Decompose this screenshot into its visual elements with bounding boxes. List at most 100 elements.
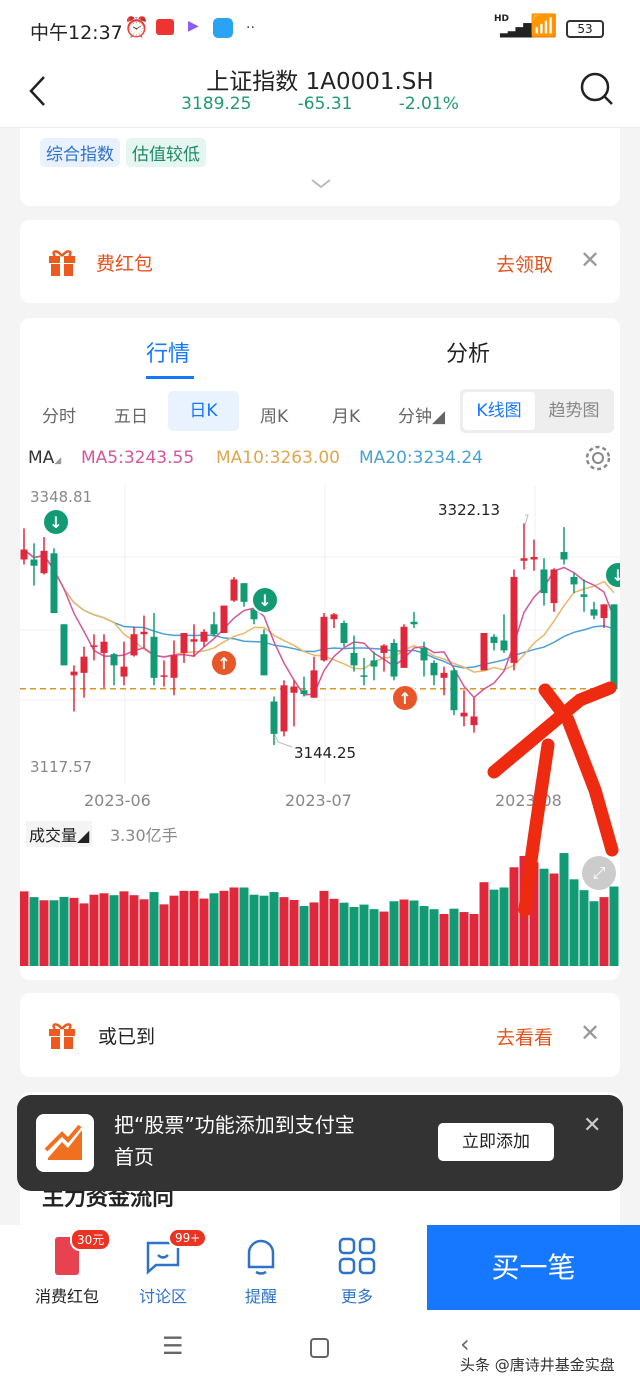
ma10-value: MA10:3263.00 [216, 448, 340, 468]
close-icon[interactable]: ✕ [580, 246, 600, 274]
gift-icon [49, 250, 75, 276]
candle-body [340, 623, 348, 643]
candle-body [570, 576, 578, 585]
candle-body [510, 576, 518, 663]
trend-toggle[interactable]: 趋势图 [538, 392, 610, 430]
candle-body [590, 609, 598, 616]
low-leader-line [274, 734, 293, 748]
gift-icon [49, 1023, 75, 1049]
menu-icon[interactable]: ☰ [162, 1332, 184, 1360]
tab-market[interactable]: 行情 [146, 336, 190, 368]
stock-app-icon [36, 1114, 94, 1172]
volume-bar [599, 897, 609, 966]
candle-body [70, 671, 78, 676]
period-weekly-k[interactable]: 周K [260, 402, 288, 427]
volume-bar [89, 894, 99, 966]
promo-card-2[interactable]: 或已到 去看看 ✕ [20, 993, 620, 1077]
volume-bar [219, 890, 229, 966]
candle-body [180, 632, 188, 653]
volume-bar [289, 900, 299, 966]
nav-discussion[interactable]: 99+ 讨论区 [118, 1225, 208, 1307]
promo-text: 或已到 [98, 1026, 156, 1048]
volume-bar [229, 887, 239, 966]
candle-body [310, 670, 318, 698]
candle-body [330, 614, 338, 620]
volume-bar [319, 890, 329, 966]
volume-bar [199, 898, 209, 966]
candle-body [370, 660, 378, 667]
toast-close-icon[interactable]: ✕ [583, 1113, 601, 1138]
volume-bar [419, 906, 429, 966]
home-icon[interactable] [310, 1338, 329, 1358]
volume-bar [329, 898, 339, 966]
ma5-line [23, 548, 615, 699]
volume-bar [589, 901, 599, 966]
period-intraday[interactable]: 分时 [42, 402, 76, 427]
candle-body [610, 604, 618, 690]
candle-body [120, 666, 128, 677]
expand-chevron-icon[interactable] [310, 178, 332, 190]
price: 3189.25 [181, 94, 252, 114]
tag-low-valuation[interactable]: 估值较低 [126, 138, 206, 167]
volume-selector[interactable]: 成交量◢ [26, 821, 93, 847]
add-now-button[interactable]: 立即添加 [438, 1123, 554, 1161]
battery-icon: 53 [566, 20, 604, 38]
nav-alerts[interactable]: 提醒 [216, 1225, 306, 1307]
period-monthly-k[interactable]: 月K [332, 402, 360, 427]
volume-bar [239, 887, 249, 966]
period-daily-k[interactable]: 日K [168, 391, 239, 431]
view-link[interactable]: 去看看 [496, 1023, 553, 1050]
close-icon[interactable]: ✕ [580, 1019, 600, 1047]
buy-button[interactable]: 买一笔 [427, 1225, 640, 1310]
volume-bar [549, 873, 559, 966]
volume-bar [249, 894, 259, 966]
search-icon[interactable] [578, 70, 616, 108]
candle-body [460, 712, 468, 717]
volume-bar [79, 903, 89, 966]
volume-value: 3.30亿手 [110, 826, 178, 845]
alarm-icon: ⏰ [124, 15, 149, 39]
nav-red-packet[interactable]: 30元 消费红包 [22, 1225, 112, 1307]
nav-more[interactable]: 更多 [312, 1225, 402, 1307]
tab-analysis[interactable]: 分析 [446, 336, 490, 368]
change-percent: -2.01% [398, 94, 459, 114]
sell-signal-icon: ↓ [42, 508, 70, 536]
candlestick-chart[interactable]: ↓ ↓ ↑ ↑ ↓ [20, 485, 620, 785]
x-tick-label: 2023-06 [84, 791, 151, 810]
period-five-day[interactable]: 五日 [114, 402, 148, 427]
volume-bar [149, 892, 159, 966]
promo-card[interactable]: 费红包 去领取 ✕ [20, 220, 620, 303]
candle-body [320, 616, 328, 661]
tags-card: 综合指数 估值较低 [20, 128, 620, 206]
candle-body [60, 624, 68, 666]
candle-body [20, 549, 28, 560]
volume-bar [489, 889, 499, 966]
app-icon [213, 18, 233, 38]
ma-selector[interactable]: MA◢ [28, 448, 61, 468]
candle-body [170, 655, 178, 678]
fullscreen-icon[interactable]: ⤢ [582, 856, 616, 890]
candle-body [260, 634, 268, 676]
candle-body [500, 640, 508, 651]
settings-gear-icon[interactable] [582, 442, 614, 474]
page-title: 上证指数 1A0001.SH [206, 69, 434, 95]
candle-body [420, 647, 428, 661]
claim-link[interactable]: 去领取 [496, 250, 553, 277]
volume-bar [99, 893, 109, 966]
volume-bar [159, 904, 169, 966]
candle-body [400, 626, 408, 668]
volume-bar [459, 912, 469, 966]
tag-composite-index[interactable]: 综合指数 [40, 138, 120, 167]
toast-line-1: 把“股票”功能添加到支付宝 [114, 1113, 355, 1137]
active-tab-indicator [146, 376, 194, 379]
ma20-value: MA20:3234.24 [359, 448, 483, 468]
period-minute-dropdown[interactable]: 分钟◢ [398, 402, 445, 427]
candle-body [80, 656, 88, 673]
nav-label: 更多 [340, 1287, 373, 1306]
kline-toggle[interactable]: K线图 [463, 392, 535, 430]
bell-icon [247, 1239, 275, 1275]
volume-bar [269, 892, 279, 966]
volume-bar [509, 867, 519, 966]
candle-body [600, 604, 608, 619]
signal-arrow: ↓ [258, 591, 271, 610]
